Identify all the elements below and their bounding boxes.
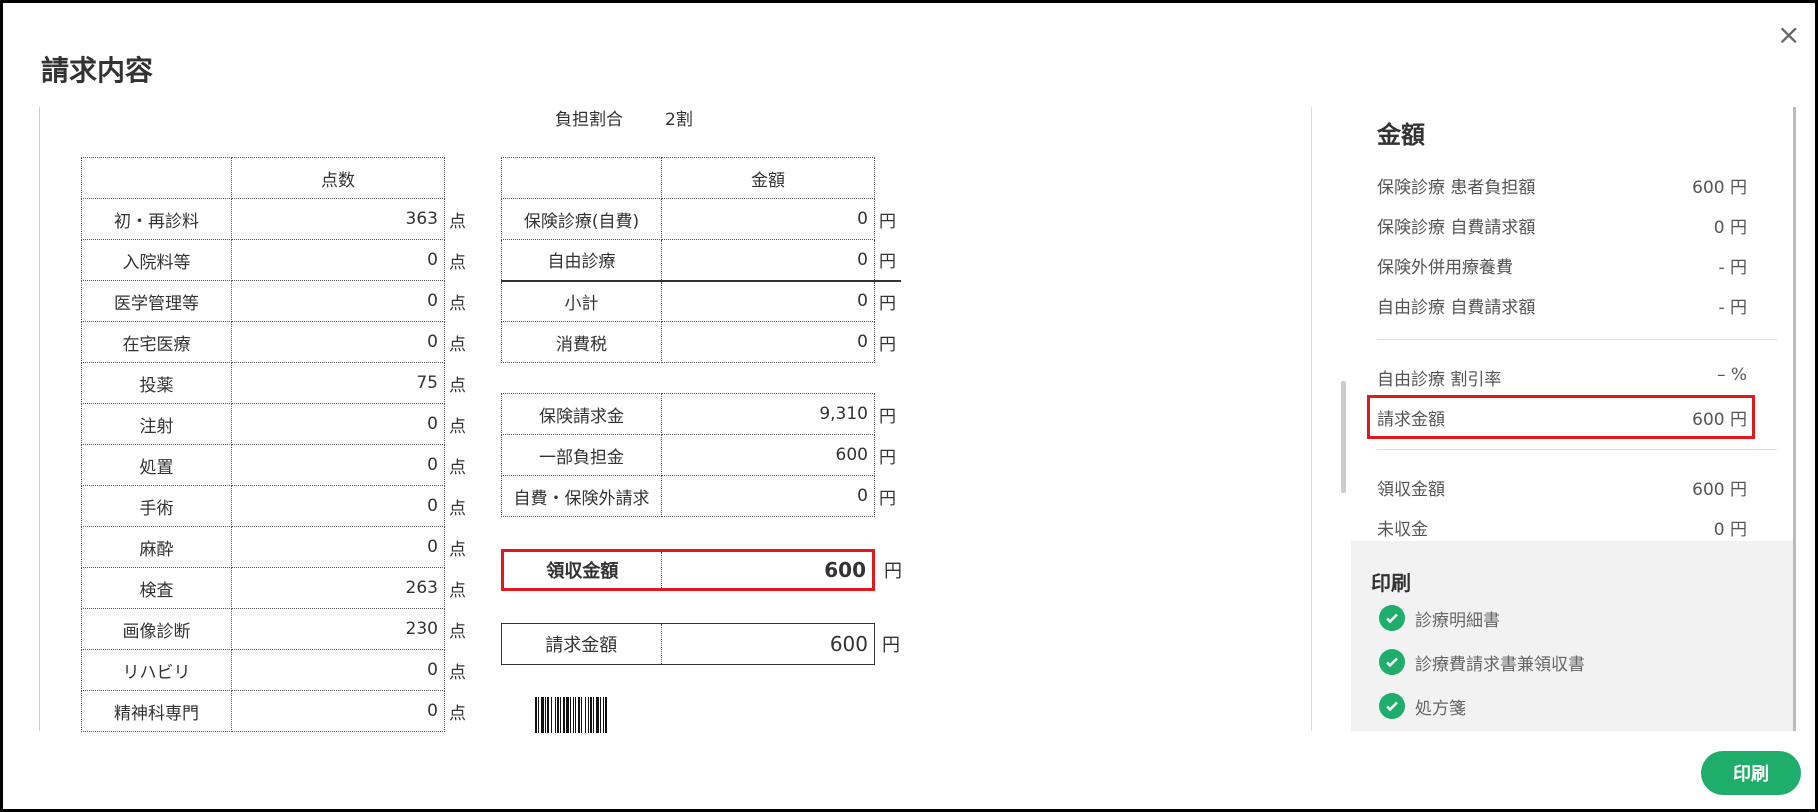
print-options-panel: 印刷 診療明細書 診療費請求書兼領収書 処方箋: [1351, 541, 1795, 731]
print-title: 印刷: [1371, 571, 1411, 595]
received-value: 600: [824, 558, 866, 582]
burden-label: 負担割合: [555, 110, 623, 130]
summary-row: 保険診療 自費請求額 0 円: [1377, 218, 1747, 238]
panel-scrollbar[interactable]: [1341, 381, 1346, 493]
received-amount-box: 領収金額 600 円: [501, 549, 902, 591]
check-icon: [1379, 605, 1405, 631]
table-row: 初・再診料 363 点: [81, 198, 471, 240]
table-row: 保険請求金 9,310 円: [501, 393, 901, 435]
summary-row: 未収金 0 円: [1377, 520, 1747, 540]
summary-divider: [1377, 339, 1777, 340]
summary-row: 自由診療 自費請求額 - 円: [1377, 298, 1747, 318]
dialog-title: 請求内容: [41, 54, 154, 87]
close-icon[interactable]: ×: [1777, 21, 1800, 49]
summary-row: 保険外併用療養費 - 円: [1377, 258, 1747, 278]
table-row: 保険診療(自費) 0 円: [501, 198, 901, 240]
amount-header: 金額: [661, 157, 875, 199]
table-row: 投薬 75 点: [81, 362, 471, 404]
table-row: 小計 0 円: [501, 279, 901, 322]
amount-header-blank: [501, 157, 662, 199]
document-divider: [1311, 107, 1312, 731]
table-row: 入院料等 0 点: [81, 239, 471, 281]
table-row: 自由診療 0 円: [501, 239, 901, 281]
table-row: 画像診断 230 点: [81, 608, 471, 650]
table-row: 処置 0 点: [81, 444, 471, 486]
table-row: 注射 0 点: [81, 403, 471, 445]
print-option[interactable]: 診療明細書: [1379, 605, 1500, 631]
points-table: 点数 初・再診料 363 点 入院料等 0 点 医学管理等 0 点 在宅医療 0 点 投薬 75 点…: [81, 157, 471, 732]
print-option[interactable]: 診療費請求書兼領収書: [1379, 649, 1585, 675]
summary-row: 領収金額 600 円: [1377, 480, 1747, 500]
billed-unit: 円: [882, 635, 900, 656]
claim-table: 保険請求金 9,310 円 一部負担金 600 円 自費・保険外請求 0 円: [501, 393, 901, 517]
check-icon: [1379, 693, 1405, 719]
billed-amount-box: 請求金額 600 円: [501, 623, 900, 665]
table-row: 検査 263 点: [81, 567, 471, 609]
table-row: 医学管理等 0 点: [81, 280, 471, 322]
points-header-blank: [81, 157, 232, 199]
burden-value: 2割: [665, 110, 693, 130]
table-row: 一部負担金 600 円: [501, 434, 901, 476]
table-row: 精神科専門 0 点: [81, 690, 471, 732]
invoice-dialog: 請求内容 × 負担割合 2割 点数 初・再診料 363 点 入院料等 0 点 医学管理等 0…: [0, 0, 1818, 812]
check-icon: [1379, 649, 1405, 675]
table-row: リハビリ 0 点: [81, 649, 471, 691]
received-label: 領収金額: [504, 552, 662, 588]
table-row: 自費・保険外請求 0 円: [501, 475, 901, 517]
points-header: 点数: [231, 157, 445, 199]
summary-title: 金額: [1377, 121, 1425, 149]
summary-row: 自由診療 割引率 – %: [1377, 365, 1747, 390]
amount-table: 金額 保険診療(自費) 0 円 自由診療 0 円 小計 0 円 消費税 0 円: [501, 157, 901, 363]
table-row: 在宅医療 0 点: [81, 321, 471, 363]
burden-ratio: 負担割合 2割: [555, 105, 693, 130]
received-unit: 円: [884, 561, 902, 582]
billed-highlight: [1367, 395, 1755, 439]
billed-value: 600: [829, 632, 868, 656]
print-option[interactable]: 処方箋: [1379, 693, 1466, 719]
billed-label: 請求金額: [502, 624, 662, 664]
dialog-scrollbar[interactable]: [1793, 107, 1796, 731]
summary-divider: [1377, 449, 1777, 450]
print-button[interactable]: 印刷: [1701, 751, 1801, 795]
summary-row: 保険診療 患者負担額 600 円: [1377, 178, 1747, 198]
table-row: 消費税 0 円: [501, 321, 901, 363]
table-row: 麻酔 0 点: [81, 526, 471, 568]
table-row: 手術 0 点: [81, 485, 471, 527]
barcode: [535, 697, 607, 733]
